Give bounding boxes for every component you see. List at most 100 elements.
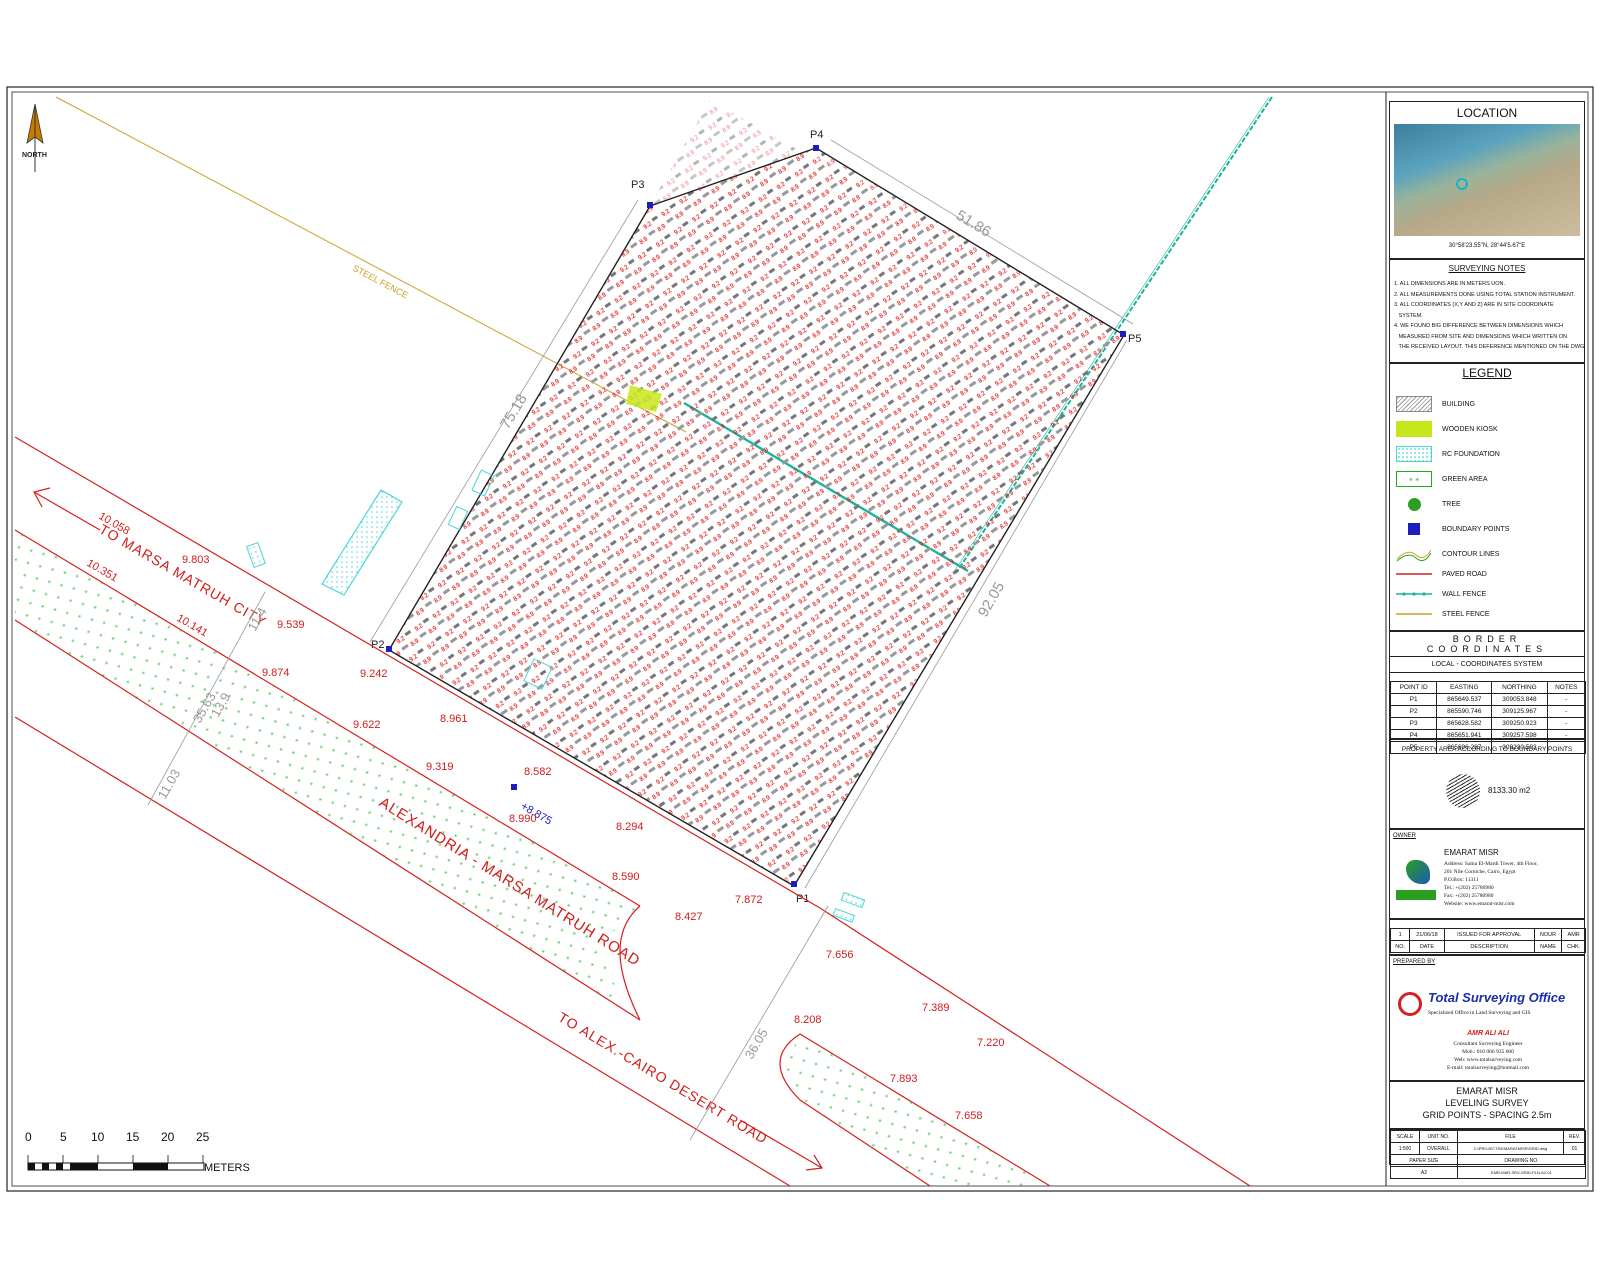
- revision-header: NO. DATE DESCRIPTION NAME CHK.: [1389, 940, 1586, 953]
- road-width-d: 11.03: [155, 767, 184, 802]
- revision-cell: 1: [1389, 928, 1411, 941]
- rev-header: REV.: [1563, 1130, 1586, 1143]
- file-header: FILE: [1456, 1130, 1565, 1143]
- scale-tick-5: 5: [60, 1130, 67, 1144]
- owner-panel: OWNER EMARAT MISR Address: Sama El-Mardi…: [1389, 829, 1585, 919]
- wall-fence-symbol-icon: [1396, 592, 1432, 596]
- legend-item-contour-lines: CONTOUR LINES: [1396, 544, 1499, 564]
- note-line: MEASURED FROM SITE AND DIMENSIONS WHICH …: [1394, 333, 1567, 340]
- property-area-panel: PROPERTY AREA ACCORDING TO BOUNDARY POIN…: [1389, 739, 1585, 829]
- location-map-image: [1394, 124, 1580, 236]
- note-line: 3. ALL COORDINATES (X,Y AND Z) ARE IN SI…: [1394, 302, 1554, 308]
- spot-level-label: 9.622: [353, 719, 381, 731]
- surveying-notes-title: SURVEYING NOTES: [1448, 264, 1526, 273]
- rc-foundation-symbol-icon: [1396, 446, 1432, 462]
- surveying-notes-list: 1. ALL DIMENSIONS ARE IN METERS UON. 2. A…: [1394, 279, 1584, 353]
- rc-foundation-small-2: [840, 891, 866, 909]
- paved-road-symbol-icon: [1396, 573, 1432, 575]
- table-row: P3 865628.582 309250.923-: [1389, 717, 1587, 730]
- legend-label: WALL FENCE: [1442, 590, 1487, 598]
- note-line: THE RECEIVED LAYOUT. THIS DEFERENCE MENT…: [1394, 344, 1585, 350]
- revision-cell: DATE: [1409, 940, 1445, 953]
- benchmark-point: [511, 784, 517, 790]
- title-block: LOCATION 30°58'23.55"N, 28°44'5.67"E SUR…: [1389, 101, 1587, 1185]
- coord-cell: P2: [1389, 705, 1438, 718]
- paper-value: A2: [1390, 1166, 1458, 1179]
- spot-level-label: 7.658: [955, 1110, 983, 1122]
- project-client: EMARAT MISR: [1456, 1086, 1518, 1096]
- coord-cell: -: [1546, 693, 1587, 706]
- revision-cell: 21/06/18: [1409, 928, 1445, 941]
- building-symbol-icon: [1396, 396, 1432, 412]
- revision-cell: DESCRIPTION: [1443, 940, 1535, 953]
- legend-panel: LEGEND BUILDING WOODEN KIOSK RC FOUNDATI…: [1389, 363, 1585, 631]
- owner-logo-icon: [1396, 856, 1436, 906]
- property-area-value: 8133.30 m2: [1488, 786, 1531, 795]
- note-line: 4. WE FOUND BIG DIFFERENCE BETWEEN DIMEN…: [1394, 323, 1563, 329]
- spot-level-label: 9.803: [182, 554, 210, 566]
- prepared-by-panel: PREPARED BY Total Surveying Office Speci…: [1389, 955, 1585, 1081]
- dwg-header: DRAWING NO.: [1456, 1154, 1587, 1167]
- border-coordinates-panel: BORDER COORDINATES LOCAL - COORDINATES S…: [1389, 631, 1587, 754]
- paper-header: PAPER SIZE: [1390, 1154, 1458, 1167]
- spot-level-label: 8.208: [794, 1014, 822, 1026]
- owner-address-line: Address: Sama El-Mardi Tower, 4th Floor,: [1444, 861, 1538, 867]
- area-hatch-icon: [1446, 774, 1480, 808]
- rc-foundation-small-3: [832, 908, 856, 923]
- coord-cell: 865628.582: [1436, 717, 1493, 730]
- legend-label: TREE: [1442, 500, 1461, 508]
- spot-level-label: 9.242: [360, 668, 388, 680]
- legend-item-steel-fence: STEEL FENCE: [1396, 604, 1490, 624]
- revision-cell: AMR: [1561, 928, 1586, 941]
- company-owner: AMR ALI ALI: [1467, 1030, 1509, 1037]
- revision-row: 1 21/06/18 ISSUED FOR APPROVAL NOUR AMR: [1389, 928, 1586, 941]
- location-panel: LOCATION 30°58'23.55"N, 28°44'5.67"E: [1389, 101, 1585, 259]
- spot-level-label: 7.656: [826, 949, 854, 961]
- scale-header: SCALE: [1390, 1130, 1420, 1143]
- company-contact-line: Mob.: 010 066 935 600: [1462, 1049, 1514, 1055]
- company-name: Total Surveying Office: [1428, 990, 1566, 1005]
- coord-cell: -: [1546, 705, 1587, 718]
- revision-cell: ISSUED FOR APPROVAL: [1443, 928, 1535, 941]
- coord-cell: 309053.848: [1491, 693, 1548, 706]
- owner-address-line: Tel.: +(202) 25780980: [1444, 885, 1494, 891]
- coord-cell: 865649.537: [1436, 693, 1493, 706]
- legend-title: LEGEND: [1462, 366, 1512, 380]
- owner-label: OWNER: [1393, 833, 1416, 839]
- revision-cell: NOUR: [1533, 928, 1563, 941]
- legend-item-paved-road: PAVED ROAD: [1396, 564, 1487, 584]
- drawing-info-panel: SCALE UNIT NO. FILE REV. 1:500 OVERALL C…: [1389, 1129, 1587, 1179]
- north-arrow-icon: [26, 103, 44, 172]
- coord-cell: -: [1546, 717, 1587, 730]
- scale-tick-15: 15: [126, 1130, 140, 1144]
- spot-level-label: 9.539: [277, 619, 305, 631]
- north-label: NORTH: [22, 152, 47, 159]
- point-label-p5: P5: [1128, 333, 1141, 345]
- owner-address-line: P.O.Box: 11311: [1444, 877, 1479, 883]
- scale-tick-0: 0: [25, 1130, 32, 1144]
- coord-cell: P1: [1389, 693, 1438, 706]
- coord-header-cell: POINT ID: [1389, 681, 1438, 694]
- scale-unit: METERS: [204, 1162, 250, 1174]
- survey-drawing: 9.2 8.9 ⁎ ⁎ NORTH STEEL FENCE: [6, 86, 1594, 1192]
- spot-level-label: 7.220: [977, 1037, 1005, 1049]
- boundary-point-symbol-icon: [1396, 521, 1432, 537]
- spot-level-label: 9.874: [262, 667, 290, 679]
- spot-level-label: 8.582: [524, 766, 552, 778]
- steel-fence-symbol-icon: [1396, 613, 1432, 615]
- project-title: LEVELING SURVEY: [1445, 1098, 1529, 1108]
- contour-symbol-icon: [1396, 549, 1432, 562]
- legend-label: BUILDING: [1442, 400, 1476, 408]
- file-value: C:\PROJECTS\EMARATMISR\GRID.dwg: [1456, 1142, 1565, 1155]
- property-grid-overlay: [389, 100, 1124, 886]
- coord-cell: 309125.967: [1491, 705, 1548, 718]
- company-tagline: Specialized Office in Land Surveying and…: [1428, 1010, 1531, 1016]
- legend-item-boundary-points: BOUNDARY POINTS: [1396, 519, 1509, 539]
- coord-cell: P3: [1389, 717, 1438, 730]
- rev-value: 01: [1563, 1142, 1586, 1155]
- company-logo-icon: [1398, 992, 1422, 1016]
- note-line: 2. ALL MEASUREMENTS DONE USING TOTAL STA…: [1394, 291, 1576, 298]
- coord-cell: 309250.923: [1491, 717, 1548, 730]
- legend-label: STEEL FENCE: [1442, 610, 1490, 618]
- border-coordinates-subtitle: LOCAL - COORDINATES SYSTEM: [1390, 657, 1584, 673]
